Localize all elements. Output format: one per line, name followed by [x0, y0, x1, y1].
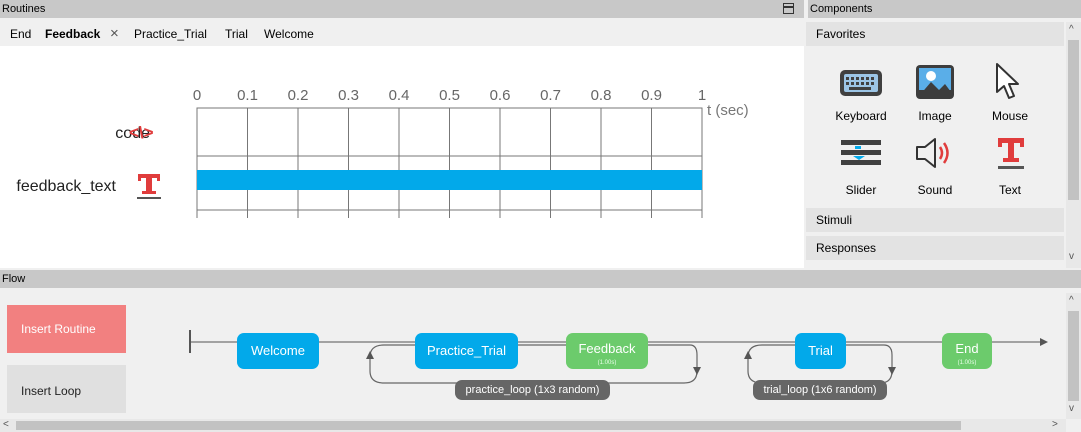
component-mouse[interactable]: Mouse — [970, 109, 1050, 123]
flow-panel-header: Flow — [0, 270, 1081, 288]
sound-icon[interactable] — [915, 136, 955, 170]
timeline-tick-label: 1 — [698, 87, 706, 104]
routine-name: Welcome — [251, 343, 305, 358]
components-panel-header: Components — [808, 0, 1081, 18]
practice-loop-label[interactable]: practice_loop (1x3 random) — [455, 380, 610, 400]
flow-lines — [189, 330, 1048, 384]
timeline-tick-label: 0.7 — [540, 87, 561, 104]
scrollbar-thumb[interactable] — [1068, 40, 1079, 200]
timeline-tick-label: 0.6 — [490, 87, 511, 104]
routine-name: Practice_Trial — [427, 343, 506, 358]
image-icon[interactable] — [915, 64, 955, 100]
scroll-down-arrow-icon[interactable]: v — [1069, 403, 1074, 414]
flow-horizontal-scrollbar[interactable]: < > — [0, 419, 1066, 432]
flow-routine-feedback[interactable]: Feedback (1.00s) — [566, 333, 648, 369]
routine-tabs: End Feedback × Practice_Trial Trial Welc… — [0, 22, 804, 46]
text-icon[interactable] — [137, 174, 161, 199]
keyboard-icon[interactable] — [839, 68, 885, 98]
timeline-tick-label: 0.9 — [641, 87, 662, 104]
scroll-down-arrow-icon[interactable]: v — [1069, 251, 1074, 262]
undock-icon[interactable] — [783, 3, 794, 14]
routines-panel-header: Routines — [0, 0, 804, 18]
category-responses[interactable]: Responses — [806, 236, 1064, 260]
flow-routine-trial[interactable]: Trial — [795, 333, 846, 369]
tab-practice-trial[interactable]: Practice_Trial — [134, 27, 207, 41]
routine-duration: (1.00s) — [957, 360, 977, 366]
components-panel-title: Components — [810, 3, 873, 15]
timeline-svg: 0 0.1 0.2 0.3 0.4 0.5 0.6 0.7 0.8 0.9 1 t (sec) co… — [16, 87, 749, 218]
component-keyboard[interactable]: Keyboard — [821, 109, 901, 123]
text-icon[interactable] — [998, 136, 1024, 170]
slider-icon[interactable] — [841, 138, 881, 168]
timeline-tick-label: 0.1 — [237, 87, 258, 104]
scroll-up-arrow-icon[interactable]: ^ — [1069, 295, 1074, 306]
timeline-tick-label: 0 — [193, 87, 201, 104]
close-tab-icon[interactable]: × — [110, 25, 119, 42]
category-favorites[interactable]: Favorites — [806, 22, 1064, 46]
component-slider[interactable]: Slider — [821, 183, 901, 197]
feedback-text-duration-bar[interactable] — [197, 170, 702, 190]
timeline-tick-label: 0.3 — [338, 87, 359, 104]
category-stimuli[interactable]: Stimuli — [806, 208, 1064, 232]
timeline-tick-label: 0.8 — [591, 87, 612, 104]
routine-name: Trial — [808, 343, 833, 358]
timeline-tick-label: 0.2 — [288, 87, 309, 104]
trial-loop-label[interactable]: trial_loop (1x6 random) — [753, 380, 887, 400]
component-name-feedback-text[interactable]: feedback_text — [16, 178, 116, 195]
component-sound[interactable]: Sound — [895, 183, 975, 197]
scroll-right-arrow-icon[interactable]: > — [1052, 419, 1058, 430]
timeline-tick-label: 0.5 — [439, 87, 460, 104]
components-scrollbar[interactable]: ^ v — [1066, 22, 1081, 268]
flow-routine-welcome[interactable]: Welcome — [237, 333, 319, 369]
routines-panel-title: Routines — [2, 3, 46, 15]
tab-trial[interactable]: Trial — [225, 27, 248, 41]
scroll-left-arrow-icon[interactable]: < — [3, 419, 9, 430]
svg-text:<\>: <\> — [129, 123, 154, 142]
routine-name: Feedback — [578, 341, 636, 356]
scrollbar-thumb[interactable] — [16, 421, 961, 430]
scrollbar-thumb[interactable] — [1068, 311, 1079, 401]
flow-panel-title: Flow — [2, 273, 26, 285]
components-panel: Favorites Keyboard Image Mouse Slider So… — [806, 22, 1081, 268]
routine-timeline[interactable]: 0 0.1 0.2 0.3 0.4 0.5 0.6 0.7 0.8 0.9 1 t (sec) co… — [0, 46, 804, 268]
code-icon[interactable]: <\> — [129, 123, 154, 142]
routine-name: End — [955, 341, 979, 356]
tab-end[interactable]: End — [10, 27, 31, 41]
scroll-up-arrow-icon[interactable]: ^ — [1069, 24, 1074, 35]
component-text[interactable]: Text — [970, 183, 1050, 197]
routine-duration: (1.00s) — [597, 360, 617, 366]
mouse-icon[interactable] — [993, 62, 1023, 102]
tab-feedback[interactable]: Feedback — [45, 27, 100, 41]
tab-welcome[interactable]: Welcome — [264, 27, 314, 41]
flow-routine-end[interactable]: End (1.00s) — [942, 333, 992, 369]
component-image[interactable]: Image — [895, 109, 975, 123]
flow-routine-practice-trial[interactable]: Practice_Trial — [415, 333, 518, 369]
timeline-tick-label: 0.4 — [389, 87, 410, 104]
time-unit-label: t (sec) — [707, 102, 749, 119]
flow-vertical-scrollbar[interactable]: ^ v — [1066, 293, 1081, 419]
flow-canvas: Insert Routine Insert Loop Welcome Pract… — [0, 293, 1081, 432]
